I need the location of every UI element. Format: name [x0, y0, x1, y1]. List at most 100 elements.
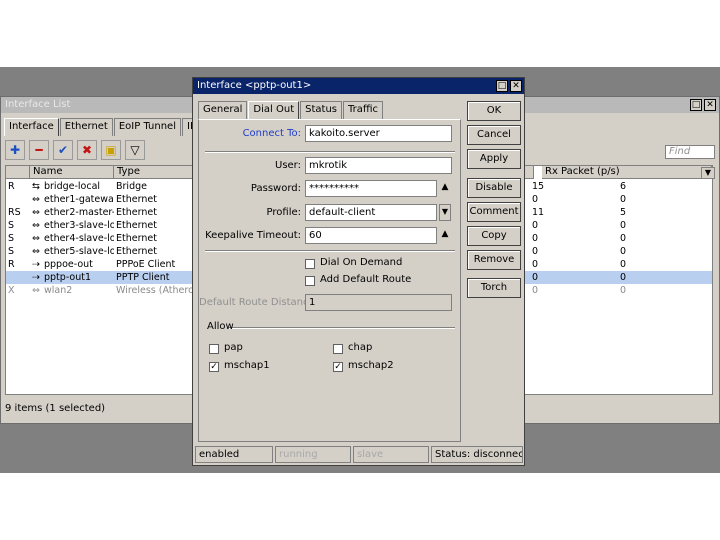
row-rx: 0: [532, 194, 539, 205]
enable-icon[interactable]: ✔: [53, 140, 73, 160]
row-rx-packet: 0: [620, 272, 627, 283]
column-header-name[interactable]: Name: [30, 166, 114, 179]
row-name: pptp-out1: [44, 272, 92, 283]
row-flag: S: [8, 233, 15, 244]
keepalive-input[interactable]: 60: [305, 227, 437, 244]
row-rx: 0: [532, 246, 539, 257]
maximize-icon[interactable]: □: [496, 80, 508, 92]
user-label: User:: [275, 160, 301, 171]
row-rx: 0: [532, 233, 539, 244]
ethernet-icon: ⇔: [32, 246, 40, 257]
row-name: ether1-gateway: [44, 194, 114, 205]
user-input[interactable]: mkrotik: [305, 157, 452, 174]
allow-section-label: Allow: [207, 321, 234, 332]
remove-button[interactable]: Remove: [467, 250, 521, 270]
connect-to-label: Connect To:: [242, 128, 301, 139]
row-name: bridge-local: [44, 181, 101, 192]
row-flag: RS: [8, 207, 21, 218]
add-default-route-checkbox[interactable]: [305, 276, 315, 286]
disable-button[interactable]: Disable: [467, 178, 521, 198]
row-name: pppoe-out: [44, 259, 93, 270]
row-type: Ethernet: [116, 220, 157, 231]
add-icon[interactable]: ✚: [5, 140, 25, 160]
divider: [205, 250, 455, 252]
remove-icon[interactable]: ━: [29, 140, 49, 160]
mschap1-label: mschap1: [224, 360, 270, 371]
copy-button[interactable]: Copy: [467, 226, 521, 246]
find-input[interactable]: Find: [665, 145, 715, 159]
keepalive-label: Keepalive Timeout:: [205, 230, 301, 241]
comment-icon[interactable]: ▣: [101, 140, 121, 160]
ethernet-icon: ⇔: [32, 194, 40, 205]
mschap2-checkbox[interactable]: ✓: [333, 362, 343, 372]
apply-button[interactable]: Apply: [467, 149, 521, 169]
tab-general[interactable]: General: [198, 101, 248, 119]
add-default-route-label: Add Default Route: [320, 274, 412, 285]
tab-interface[interactable]: Interface: [4, 118, 59, 136]
row-rx-packet: 0: [620, 233, 627, 244]
close-icon[interactable]: ✕: [510, 80, 522, 92]
row-rx-packet: 0: [620, 194, 627, 205]
collapse-arrow-icon[interactable]: ▲: [439, 180, 451, 197]
row-rx: 0: [532, 285, 539, 296]
tab-traffic[interactable]: Traffic: [343, 101, 384, 119]
dial-on-demand-checkbox[interactable]: [305, 259, 315, 269]
tab-status[interactable]: Status: [300, 101, 342, 119]
row-rx-packet: 6: [620, 181, 627, 192]
ok-button[interactable]: OK: [467, 101, 521, 121]
connect-to-input[interactable]: kakoito.server: [305, 125, 452, 142]
tab-dial-out[interactable]: Dial Out: [248, 101, 300, 119]
ethernet-icon: ⇔: [32, 207, 40, 218]
row-name: ether3-slave-lo...: [44, 220, 114, 231]
row-flag: R: [8, 181, 15, 192]
close-icon[interactable]: ✕: [704, 99, 716, 111]
items-count: 9 items (1 selected): [5, 403, 106, 414]
row-type: PPTP Client: [116, 272, 170, 283]
tunnel-icon: ⇢: [32, 259, 40, 270]
mschap1-checkbox[interactable]: ✓: [209, 362, 219, 372]
dial-out-panel: Connect To: kakoito.server User: mkrotik…: [198, 119, 461, 442]
pap-checkbox[interactable]: [209, 344, 219, 354]
row-rx-packet: 0: [620, 259, 627, 270]
row-type: Ethernet: [116, 233, 157, 244]
filter-icon[interactable]: ▽: [125, 140, 145, 160]
password-input[interactable]: **********: [305, 180, 437, 197]
comment-button[interactable]: Comment: [467, 202, 521, 222]
profile-select[interactable]: default-client: [305, 204, 437, 221]
collapse-arrow-icon[interactable]: ▲: [439, 227, 451, 244]
row-rx: 0: [532, 220, 539, 231]
tab-eoip-tunnel[interactable]: EoIP Tunnel: [113, 118, 181, 136]
default-route-distance-input[interactable]: 1: [305, 294, 452, 311]
row-name: ether4-slave-lo...: [44, 233, 114, 244]
tunnel-icon: ⇢: [32, 272, 40, 283]
row-type: Ethernet: [116, 207, 157, 218]
profile-dropdown-icon[interactable]: ▼: [439, 204, 451, 221]
row-type: Ethernet: [116, 194, 157, 205]
cancel-button[interactable]: Cancel: [467, 125, 521, 145]
row-rx: 0: [532, 259, 539, 270]
row-rx: 0: [532, 272, 539, 283]
row-rx-packet: 5: [620, 207, 627, 218]
row-rx: 15: [532, 181, 545, 192]
column-dropdown-icon[interactable]: ▼: [701, 167, 715, 179]
interface-list-toolbar: ✚ ━ ✔ ✖ ▣ ▽: [5, 140, 145, 162]
chap-checkbox[interactable]: [333, 344, 343, 354]
password-label: Password:: [250, 183, 301, 194]
wireless-icon: ⇔: [32, 285, 40, 296]
row-name: wlan2: [44, 285, 73, 296]
row-flag: R: [8, 259, 15, 270]
column-header-rx-packet[interactable]: Rx Packet (p/s): [542, 166, 712, 179]
dialog-titlebar: Interface <pptp-out1>: [193, 78, 524, 94]
torch-button[interactable]: Torch: [467, 278, 521, 298]
maximize-icon[interactable]: □: [690, 99, 702, 111]
pap-label: pap: [224, 342, 243, 353]
row-rx-packet: 0: [620, 285, 627, 296]
status-slave: slave: [353, 446, 429, 463]
row-name: ether5-slave-lo...: [44, 246, 114, 257]
column-header-flag[interactable]: [6, 166, 30, 179]
row-name: ether2-master-l...: [44, 207, 114, 218]
row-flag: X: [8, 285, 15, 296]
status-connection: Status: disconnected: [431, 446, 523, 463]
tab-ethernet[interactable]: Ethernet: [59, 118, 113, 136]
disable-icon[interactable]: ✖: [77, 140, 97, 160]
